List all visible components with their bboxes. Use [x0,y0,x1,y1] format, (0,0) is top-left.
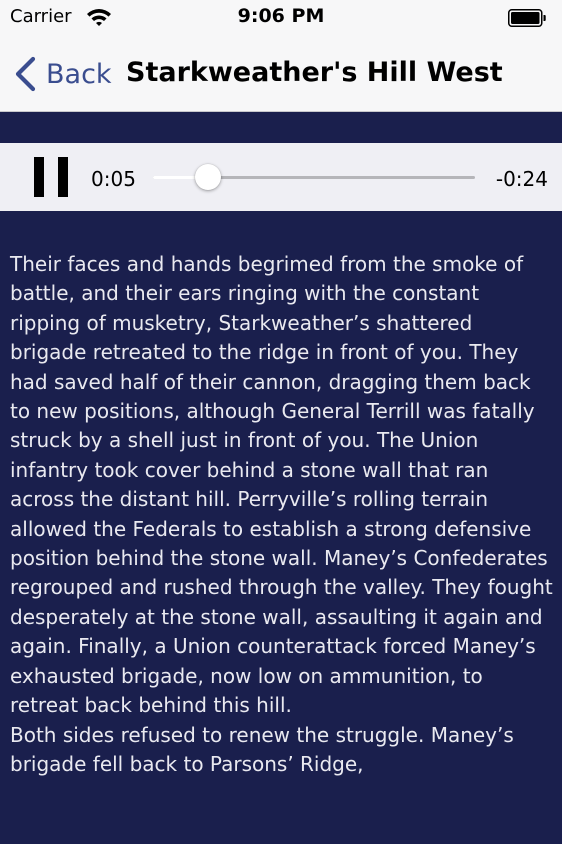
battery-icon [508,9,546,27]
status-time: 9:06 PM [237,5,325,27]
page-title: Starkweather's Hill West [126,57,503,88]
pause-icon-bar [58,157,68,197]
pause-button[interactable] [34,157,68,197]
chevron-left-icon [15,56,36,92]
back-label: Back [46,58,112,90]
progress-slider[interactable] [153,164,475,190]
status-bar: Carrier 9:06 PM [0,0,562,40]
pause-icon [34,157,44,197]
elapsed-time: 0:05 [91,167,136,191]
article-text: Their faces and hands begrimed from the … [10,252,553,776]
slider-thumb[interactable] [194,164,221,190]
remaining-time: -0:24 [495,167,548,191]
back-button[interactable]: Back [12,52,112,96]
navigation-bar: Back Starkweather's Hill West [0,40,562,112]
